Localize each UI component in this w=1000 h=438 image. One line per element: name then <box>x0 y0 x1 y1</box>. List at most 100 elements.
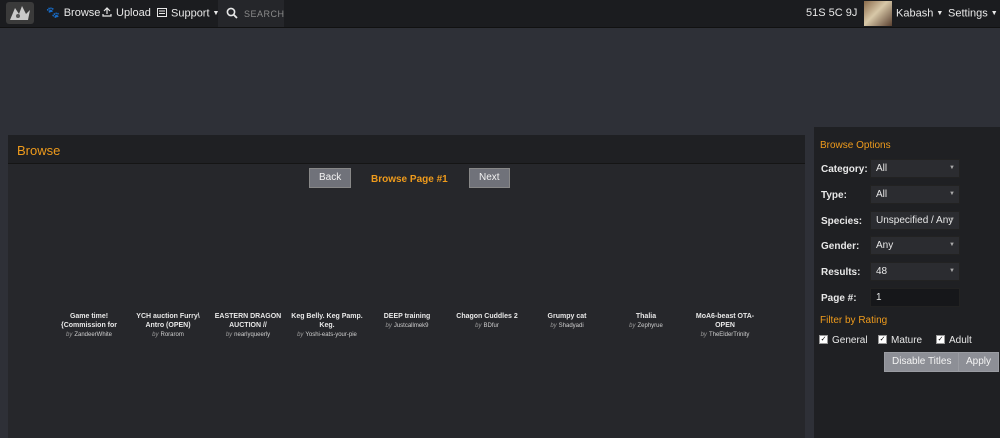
by-label: by <box>225 332 233 338</box>
back-button[interactable]: Back <box>309 168 352 188</box>
browse-panel-header: Browse <box>8 135 805 164</box>
gallery-item-title[interactable]: EASTERN DRAGON AUCTION // <box>209 312 287 330</box>
gallery-item[interactable]: MoA6-beast OTA-OPEN by TheElderTrinity <box>686 312 764 338</box>
chevron-down-icon: ▼ <box>949 191 955 197</box>
species-value: Unspecified / Any <box>876 215 954 226</box>
adult-label: Adult <box>949 335 972 346</box>
gallery-item[interactable]: Grumpy cat by Shadyadi <box>528 312 606 329</box>
type-value: All <box>876 189 888 200</box>
apply-button[interactable]: Apply <box>958 352 1000 372</box>
type-label: Type: <box>821 190 847 201</box>
category-label: Category: <box>821 164 868 175</box>
by-label: by <box>629 323 636 329</box>
gallery-item[interactable]: YCH auction Furry\ Antro (OPEN) by Roraro… <box>129 312 207 338</box>
type-select[interactable]: All ▼ <box>870 185 960 204</box>
gender-select[interactable]: Any ▼ <box>870 236 960 255</box>
gallery-item[interactable]: Thalia by Zephyrue <box>607 312 685 329</box>
avatar[interactable] <box>864 1 892 26</box>
by-label: by <box>550 323 557 329</box>
gallery-item[interactable]: Chagon Cuddles 2 by BDfur <box>448 312 526 329</box>
gallery-item-title[interactable]: DEEP training <box>368 312 446 321</box>
nav-support-label: Support <box>171 7 210 20</box>
category-value: All <box>876 163 888 174</box>
gallery-item-author[interactable]: Yoshi-eats-your-pie <box>305 332 356 338</box>
page-title: Browse <box>17 143 61 158</box>
chevron-down-icon: ▼ <box>949 217 955 223</box>
category-select[interactable]: All ▼ <box>870 159 960 178</box>
next-button[interactable]: Next <box>469 168 510 188</box>
browse-options-sidebar: Browse Options Category: All ▼ Type: All ▼… <box>814 127 1000 438</box>
general-label: General <box>832 335 868 346</box>
chevron-down-icon: ▼ <box>949 242 955 248</box>
gallery-item-title[interactable]: MoA6-beast OTA-OPEN <box>686 312 764 330</box>
gallery-item-author[interactable]: TheElderTrinity <box>709 332 749 338</box>
checkmark-icon[interactable]: ✓ <box>819 334 828 344</box>
support-icon <box>157 0 167 27</box>
gallery-item-title[interactable]: Keg Belly. Keg Pamp. Keg. <box>288 312 366 330</box>
mature-label: Mature <box>891 335 923 346</box>
gallery-item[interactable]: EASTERN DRAGON AUCTION // by nearlyqueerl… <box>209 312 287 338</box>
gallery-item-title[interactable]: YCH auction Furry\ Antro (OPEN) <box>129 312 207 330</box>
gallery-item-title[interactable]: Grumpy cat <box>528 312 606 321</box>
gallery-item[interactable]: DEEP training by Justcallmek9 <box>368 312 446 329</box>
search-input[interactable] <box>242 6 286 22</box>
gender-value: Any <box>876 240 894 251</box>
gallery-item-title[interactable]: Game time! {Commission for <box>50 312 128 330</box>
disable-titles-button[interactable]: Disable Titles <box>884 352 960 372</box>
by-label: by <box>475 323 482 329</box>
rating-filter-heading: Filter by Rating <box>820 315 888 326</box>
adult-checkbox[interactable]: ✓ Adult <box>936 334 972 347</box>
page-number-label: Page #: <box>821 293 857 304</box>
nav-browse-label: Browse <box>63 7 101 19</box>
settings-menu[interactable]: Settings ▼ <box>948 0 998 27</box>
username-label: Kabash <box>896 7 934 20</box>
browse-options-heading: Browse Options <box>820 140 891 151</box>
notification-counts[interactable]: 51S 5C 9J <box>806 0 857 27</box>
by-label: by <box>385 323 392 329</box>
chevron-down-icon: ▼ <box>949 268 955 274</box>
page-indicator: Browse Page #1 <box>371 174 448 185</box>
upload-icon <box>102 0 112 27</box>
chevron-down-icon: ▼ <box>936 10 944 17</box>
gallery-item-author[interactable]: nearlyqueerly <box>234 332 270 338</box>
results-label: Results: <box>821 267 861 278</box>
banner-area <box>0 28 1000 133</box>
nav-support[interactable]: Support ▼ <box>157 0 219 27</box>
gender-label: Gender: <box>821 241 860 252</box>
general-checkbox[interactable]: ✓ General <box>819 334 868 347</box>
search-box <box>218 0 286 27</box>
results-select[interactable]: 48 ▼ <box>870 262 960 281</box>
site-logo[interactable] <box>6 2 34 24</box>
by-label: by <box>65 332 73 338</box>
gallery-item-author[interactable]: ZandeerWhite <box>74 332 112 338</box>
search-icon[interactable] <box>226 6 238 24</box>
page-number-input[interactable]: 1 <box>870 288 960 307</box>
results-value: 48 <box>876 266 888 277</box>
top-navbar: 🐾Browse Upload Support▼ 51S 5C 9J Kabash… <box>0 0 1000 28</box>
nav-upload[interactable]: Upload <box>102 0 151 27</box>
by-label: by <box>297 332 304 338</box>
gallery-item-author[interactable]: Justcallmek9 <box>394 323 429 329</box>
nav-upload-label: Upload <box>116 7 151 19</box>
mature-checkbox[interactable]: ✓ Mature <box>878 334 923 347</box>
gallery-item-title[interactable]: Thalia <box>607 312 685 321</box>
by-label: by <box>152 332 159 338</box>
checkmark-icon[interactable]: ✓ <box>878 334 887 344</box>
paw-icon: 🐾 <box>46 7 60 19</box>
gallery-item[interactable]: Keg Belly. Keg Pamp. Keg. by Yoshi-eats-y… <box>288 312 366 338</box>
gallery-item-author[interactable]: BDfur <box>484 323 499 329</box>
species-select[interactable]: Unspecified / Any ▼ <box>870 211 960 230</box>
gallery-item-title[interactable]: Chagon Cuddles 2 <box>448 312 526 321</box>
nav-browse[interactable]: 🐾 Browse <box>46 0 100 27</box>
by-label: by <box>700 332 707 338</box>
gallery-item-author[interactable]: Zephyrue <box>637 323 662 329</box>
gallery-item-author[interactable]: Shadyadi <box>559 323 584 329</box>
chevron-down-icon: ▼ <box>949 165 955 171</box>
gallery-item-author[interactable]: Rorarom <box>161 332 184 338</box>
settings-label: Settings <box>948 7 988 20</box>
chevron-down-icon: ▼ <box>990 10 998 17</box>
user-menu[interactable]: Kabash ▼ <box>896 0 943 27</box>
gallery-item[interactable]: Game time! {Commission for by ZandeerWhit… <box>50 312 128 338</box>
species-label: Species: <box>821 216 863 227</box>
checkmark-icon[interactable]: ✓ <box>936 334 945 344</box>
